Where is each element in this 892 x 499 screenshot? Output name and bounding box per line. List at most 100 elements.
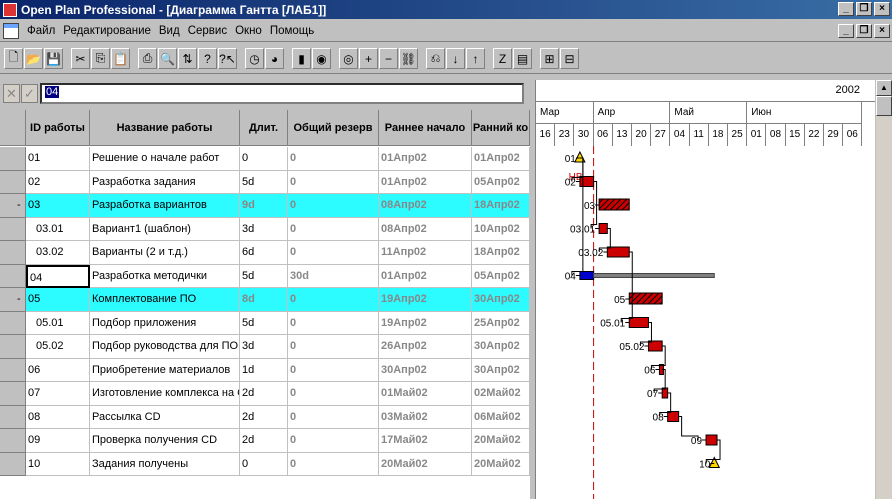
up-icon[interactable]: ↑ (466, 48, 485, 69)
cell-edit-input[interactable]: 04 (40, 83, 524, 104)
cell-name[interactable]: Изготовление комплекса на CD (90, 382, 240, 406)
cell-id[interactable]: 01 (26, 147, 90, 171)
cell-finish[interactable]: 18Апр02 (472, 241, 530, 265)
row-selector[interactable] (0, 405, 26, 429)
row-selector[interactable] (0, 429, 26, 453)
table-corner[interactable] (0, 110, 26, 146)
cell-start[interactable]: 11Апр02 (379, 241, 472, 265)
cell-finish[interactable]: 01Апр02 (472, 147, 530, 171)
close-button[interactable]: × (874, 2, 890, 16)
paste-icon[interactable]: 📋 (111, 48, 130, 69)
cell-float[interactable]: 0 (288, 241, 379, 265)
menu-file[interactable]: Файл (23, 25, 59, 37)
cell-dur[interactable]: 2d (240, 382, 288, 406)
cell-finish[interactable]: 02Май02 (472, 382, 530, 406)
cell-finish[interactable]: 30Апр02 (472, 358, 530, 382)
cell-name[interactable]: Комплектование ПО (90, 288, 240, 312)
col-header-name[interactable]: Название работы (90, 110, 240, 146)
cell-dur[interactable]: 8d (240, 288, 288, 312)
scroll-thumb[interactable] (876, 96, 892, 116)
cell-float[interactable]: 0 (288, 170, 379, 194)
cell-name[interactable]: Рассылка CD (90, 405, 240, 429)
context-help-icon[interactable]: ?↖ (218, 48, 237, 69)
col-header-duration[interactable]: Длит. (240, 110, 288, 146)
cell-dur[interactable]: 1d (240, 358, 288, 382)
cell-name[interactable]: Разработка задания (90, 170, 240, 194)
add-icon[interactable]: + (359, 48, 378, 69)
cell-dur[interactable]: 5d (240, 264, 288, 288)
cell-finish[interactable]: 10Апр02 (472, 217, 530, 241)
row-selector[interactable] (0, 241, 26, 265)
cell-id[interactable]: 04 (26, 264, 90, 288)
gantt-view-icon[interactable]: ▤ (513, 48, 532, 69)
preview-icon[interactable]: 🔍 (158, 48, 177, 69)
scroll-up-arrow-icon[interactable]: ▲ (876, 80, 892, 96)
help-icon[interactable]: ? (198, 48, 217, 69)
cell-start[interactable]: 01Май02 (379, 382, 472, 406)
cell-finish[interactable]: 05Апр02 (472, 264, 530, 288)
row-selector[interactable] (0, 382, 26, 406)
cell-id[interactable]: 05 (26, 288, 90, 312)
cell-finish[interactable]: 18Апр02 (472, 194, 530, 218)
row-selector[interactable] (0, 311, 26, 335)
cell-float[interactable]: 30d (288, 264, 379, 288)
collapse-icon[interactable]: ⊟ (560, 48, 579, 69)
menu-view[interactable]: Вид (155, 25, 184, 37)
cell-float[interactable]: 0 (288, 217, 379, 241)
cell-dur[interactable]: 9d (240, 194, 288, 218)
cell-dur[interactable]: 0 (240, 147, 288, 171)
cell-dur[interactable]: 5d (240, 311, 288, 335)
cell-finish[interactable]: 20Май02 (472, 429, 530, 453)
cell-start[interactable]: 01Апр02 (379, 170, 472, 194)
doc-close-button[interactable]: × (874, 24, 890, 38)
row-selector[interactable] (0, 217, 26, 241)
minimize-button[interactable]: _ (838, 2, 854, 16)
row-selector[interactable] (0, 335, 26, 359)
menu-edit[interactable]: Редактирование (59, 25, 155, 37)
cell-id[interactable]: 03 (26, 194, 90, 218)
col-header-id[interactable]: ID работы (26, 110, 90, 146)
cell-finish[interactable]: 20Май02 (472, 452, 530, 476)
cell-finish[interactable]: 30Апр02 (472, 288, 530, 312)
cell-name[interactable]: Подбор приложения (90, 311, 240, 335)
doc-restore-button[interactable]: ❐ (856, 24, 872, 38)
cell-finish[interactable]: 06Май02 (472, 405, 530, 429)
cell-float[interactable]: 0 (288, 194, 379, 218)
cell-name[interactable]: Разработка методички (90, 264, 240, 288)
time-icon[interactable]: ◷ (245, 48, 264, 69)
col-header-early-start[interactable]: Раннее начало (379, 110, 472, 146)
row-selector[interactable] (0, 358, 26, 382)
menu-window[interactable]: Окно (231, 25, 266, 37)
cell-start[interactable]: 26Апр02 (379, 335, 472, 359)
cell-float[interactable]: 0 (288, 429, 379, 453)
cell-dur[interactable]: 0 (240, 452, 288, 476)
cell-float[interactable]: 0 (288, 335, 379, 359)
cell-start[interactable]: 01Апр02 (379, 147, 472, 171)
cell-start[interactable]: 19Апр02 (379, 311, 472, 335)
cell-id[interactable]: 06 (26, 358, 90, 382)
cell-float[interactable]: 0 (288, 452, 379, 476)
cell-finish[interactable]: 30Апр02 (472, 335, 530, 359)
cell-id[interactable]: 10 (26, 452, 90, 476)
sort-icon[interactable]: ⇅ (178, 48, 197, 69)
cell-float[interactable]: 0 (288, 358, 379, 382)
cell-float[interactable]: 0 (288, 405, 379, 429)
cell-name[interactable]: Задания получены (90, 452, 240, 476)
open-icon[interactable]: 📂 (24, 48, 43, 69)
cut-icon[interactable]: ✂ (71, 48, 90, 69)
cell-start[interactable]: 01Апр02 (379, 264, 472, 288)
cell-dur[interactable]: 6d (240, 241, 288, 265)
cell-name[interactable]: Вариант1 (шаблон) (90, 217, 240, 241)
cell-id[interactable]: 02 (26, 170, 90, 194)
cell-float[interactable]: 0 (288, 311, 379, 335)
cell-name[interactable]: Приобретение материалов (90, 358, 240, 382)
cell-id[interactable]: 08 (26, 405, 90, 429)
expand-icon[interactable]: ⊞ (540, 48, 559, 69)
cell-name[interactable]: Разработка вариантов (90, 194, 240, 218)
restore-button[interactable]: ❐ (856, 2, 872, 16)
row-selector[interactable] (0, 452, 26, 476)
row-selector[interactable] (0, 170, 26, 194)
cell-dur[interactable]: 3d (240, 335, 288, 359)
cell-float[interactable]: 0 (288, 147, 379, 171)
cell-dur[interactable]: 5d (240, 170, 288, 194)
